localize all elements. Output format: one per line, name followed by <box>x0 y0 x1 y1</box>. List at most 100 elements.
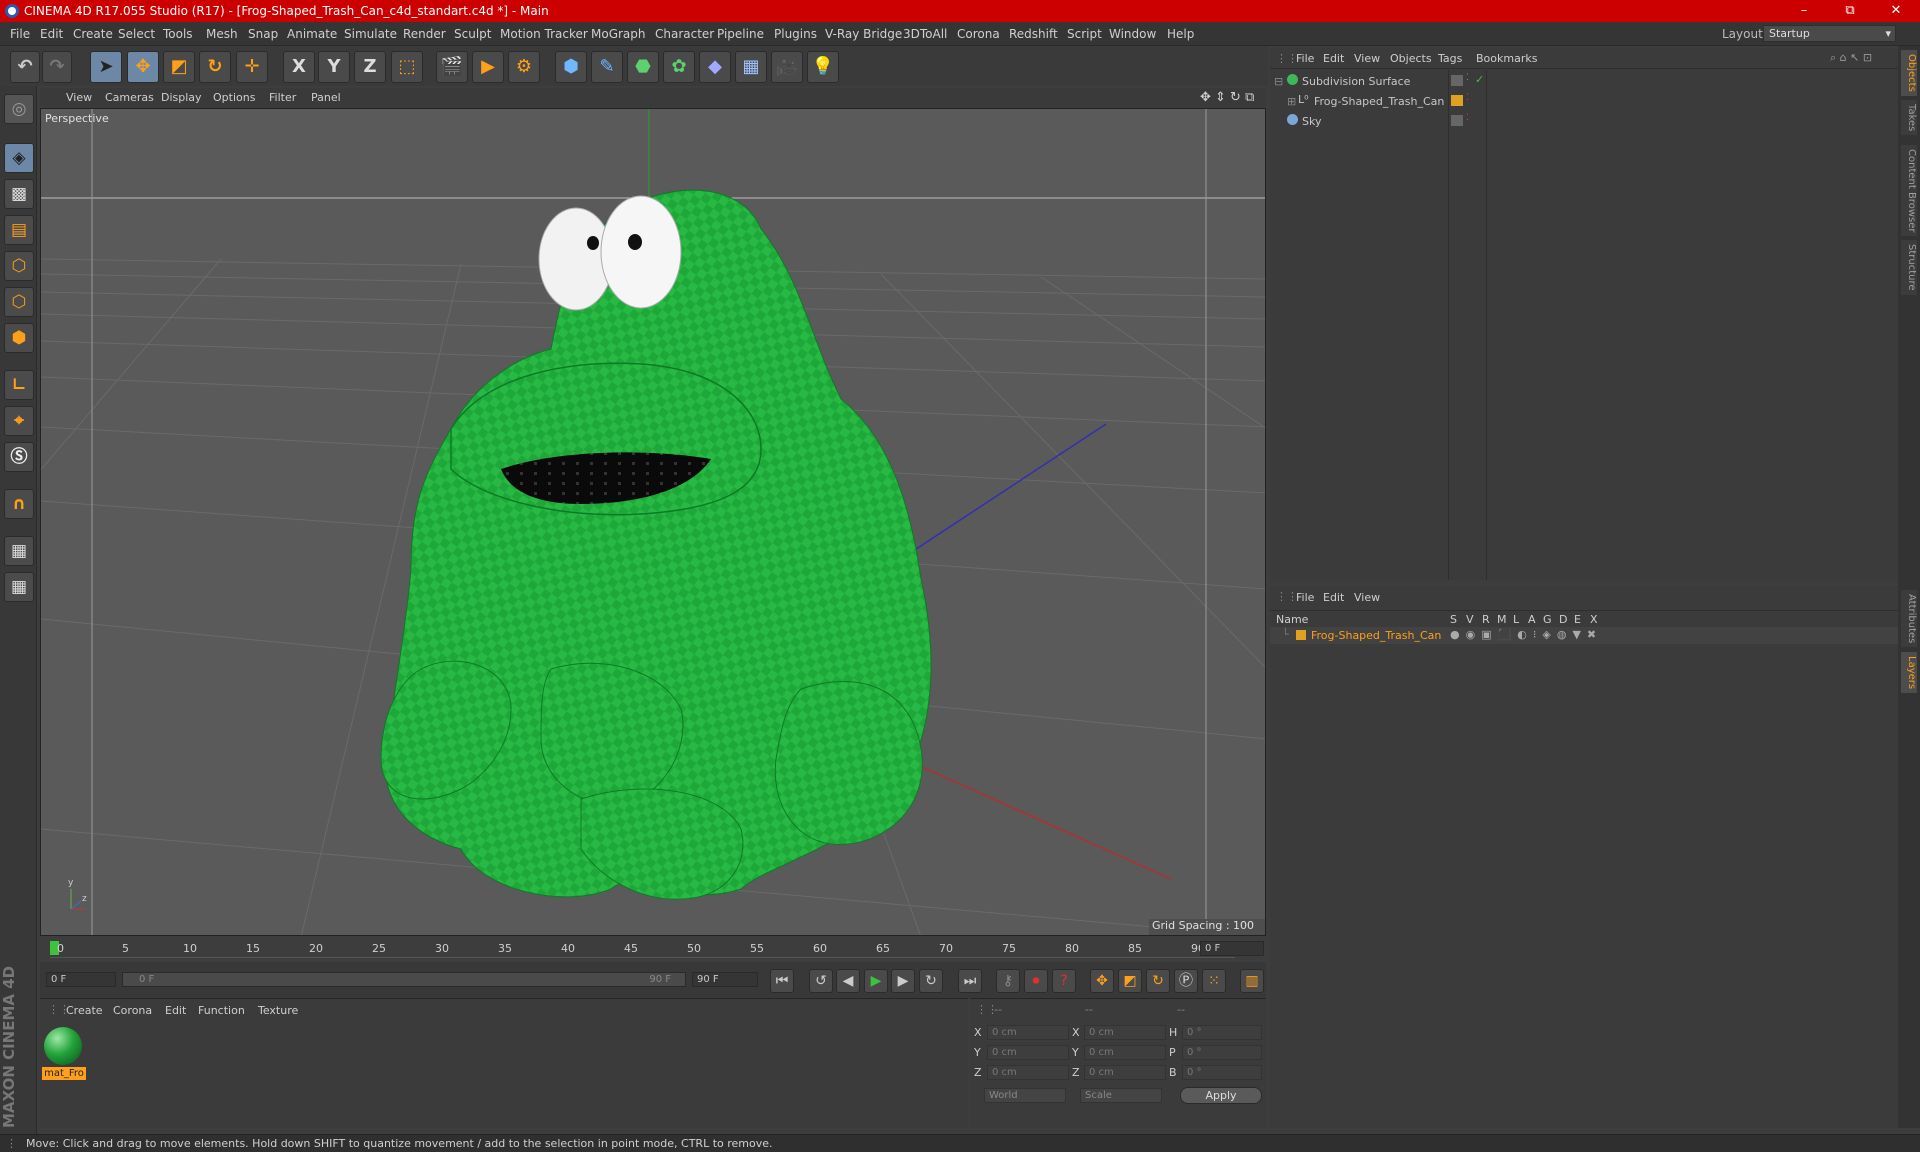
viewport-menu-cameras[interactable]: Cameras <box>105 91 154 104</box>
tab-attributes[interactable]: Attributes <box>1901 590 1917 648</box>
key-rotation-button[interactable]: ↻ <box>1146 969 1170 993</box>
object-row-frog[interactable]: ⊞ L⁰ Frog-Shaped_Trash_Can ⁚ <box>1270 93 1898 110</box>
end-frame-field[interactable]: 90 F <box>692 972 758 987</box>
perspective-viewport[interactable]: y z Perspective Grid Spacing : 100 cm <box>40 108 1266 936</box>
layer-menu-view[interactable]: View <box>1354 591 1380 604</box>
rot-p-field[interactable]: 0 ° <box>1182 1045 1262 1060</box>
menu-animate[interactable]: Animate <box>287 27 337 41</box>
viewport-navigation-icons[interactable]: ✥ ⇕ ↻ ⧉ <box>1200 90 1254 105</box>
axis-mode-button[interactable]: ∟ <box>4 370 34 400</box>
rot-b-field[interactable]: 0 ° <box>1182 1065 1262 1080</box>
light-button[interactable]: 💡 <box>807 51 839 83</box>
viewport-menu-view[interactable]: View <box>66 91 92 104</box>
viewport-menu-options[interactable]: Options <box>213 91 255 104</box>
menu-select[interactable]: Select <box>118 27 155 41</box>
axis-z-lock-button[interactable]: Z <box>354 51 386 83</box>
viewport-menu-display[interactable]: Display <box>161 91 202 104</box>
object-menu-bookmarks[interactable]: Bookmarks <box>1476 52 1537 65</box>
floor-button[interactable]: ▦ <box>735 51 767 83</box>
make-editable-button[interactable]: ◎ <box>4 94 34 124</box>
search-icon[interactable]: ⌕ ⌂ ↖ ⊡ <box>1830 51 1872 65</box>
layer-row[interactable]: └ Frog-Shaped_Trash_Can ●◉▣⬛◐⁝◈◍▼✖ <box>1270 627 1898 644</box>
axis-x-lock-button[interactable]: X <box>283 51 315 83</box>
layer-menu-edit[interactable]: Edit <box>1323 591 1344 604</box>
menu-mograph[interactable]: MoGraph <box>591 27 646 41</box>
texture-mode-button[interactable]: ▩ <box>4 179 34 209</box>
object-menu-file[interactable]: File <box>1296 52 1314 65</box>
go-to-end-button[interactable]: ⏭ <box>958 969 982 993</box>
rotate-tool-button[interactable]: ↻ <box>199 51 231 83</box>
render-picture-viewer-button[interactable]: ▶ <box>472 51 504 83</box>
tab-structure[interactable]: Structure <box>1901 240 1917 295</box>
workplane-grid-button[interactable]: ▦ <box>4 572 34 602</box>
scale-tool-button[interactable]: ◩ <box>163 51 195 83</box>
select-tool-button[interactable]: ➤ <box>90 51 122 83</box>
menu-script[interactable]: Script <box>1067 27 1102 41</box>
prev-frame-button[interactable]: ◀ <box>836 969 860 993</box>
model-mode-button[interactable]: ◈ <box>4 143 34 173</box>
material-menu-create[interactable]: Create <box>66 1004 103 1017</box>
menu-edit[interactable]: Edit <box>40 27 63 41</box>
key-scale-button[interactable]: ◩ <box>1118 969 1142 993</box>
material-menu-function[interactable]: Function <box>198 1004 245 1017</box>
axis-y-lock-button[interactable]: Y <box>318 51 350 83</box>
current-frame-field[interactable]: 0 F <box>1200 941 1264 956</box>
camera-button[interactable]: 🎥 <box>771 51 803 83</box>
menu-plugins[interactable]: Plugins <box>774 27 817 41</box>
edges-mode-button[interactable]: ⬡ <box>4 287 34 317</box>
expand-icon[interactable]: ⊞ <box>1287 95 1296 108</box>
lock-workplane-button[interactable]: ▦ <box>4 536 34 566</box>
coordinate-system-button[interactable]: ⬚ <box>391 51 423 83</box>
menu-motion-tracker[interactable]: Motion Tracker <box>500 27 588 41</box>
visibility-dots[interactable]: ⁚ <box>1466 113 1469 123</box>
magnet-button[interactable]: ∩ <box>4 489 34 519</box>
array-button[interactable]: ✿ <box>663 51 695 83</box>
next-frame-button[interactable]: ▶ <box>891 969 915 993</box>
size-x-field[interactable]: 0 cm <box>1084 1025 1166 1040</box>
menu-tools[interactable]: Tools <box>163 27 193 41</box>
play-button[interactable]: ▶ <box>864 969 888 993</box>
last-tool-button[interactable]: ✛ <box>236 51 268 83</box>
timeline-window-button[interactable]: ▥ <box>1240 969 1264 993</box>
menu-pipeline[interactable]: Pipeline <box>717 27 764 41</box>
menu-window[interactable]: Window <box>1109 27 1156 41</box>
size-mode-dropdown[interactable]: Scale <box>1080 1088 1162 1103</box>
points-mode-button[interactable]: ⬡ <box>4 251 34 281</box>
menu-create[interactable]: Create <box>73 27 113 41</box>
object-menu-view[interactable]: View <box>1354 52 1380 65</box>
visibility-dots[interactable]: ⁚ <box>1466 73 1469 83</box>
key-position-button[interactable]: ✥ <box>1090 969 1114 993</box>
menu-vray-bridge[interactable]: V-Ray Bridge <box>825 27 902 41</box>
menu-file[interactable]: File <box>10 27 30 41</box>
snap-button[interactable]: Ⓢ <box>4 442 34 472</box>
minimize-button[interactable]: – <box>1781 0 1827 22</box>
tab-objects[interactable]: Objects <box>1901 50 1917 96</box>
key-pla-button[interactable]: ⁙ <box>1202 969 1226 993</box>
layout-dropdown[interactable]: Startup ▾ <box>1763 25 1896 42</box>
viewport-menu-panel[interactable]: Panel <box>311 91 341 104</box>
material-swatch[interactable]: mat_Fro <box>42 1025 86 1081</box>
material-menu-corona[interactable]: Corona <box>113 1004 152 1017</box>
viewport-menu-filter[interactable]: Filter <box>269 91 296 104</box>
deformer-button[interactable]: ◆ <box>699 51 731 83</box>
undo-button[interactable]: ↶ <box>10 51 40 83</box>
maximize-button[interactable]: ⧉ <box>1827 0 1873 22</box>
frog-trash-can-model[interactable] <box>380 189 932 900</box>
polygons-mode-button[interactable]: ⬢ <box>4 323 34 353</box>
timeline-ruler[interactable]: 0 5 10 15 20 25 30 35 40 45 50 55 60 65 … <box>40 938 1266 960</box>
next-key-button[interactable]: ↻ <box>919 969 943 993</box>
keyframe-selection-button[interactable]: ? <box>1052 969 1076 993</box>
object-row-subdivision[interactable]: ⊟ Subdivision Surface ⁚ ✓ <box>1270 73 1898 90</box>
menu-snap[interactable]: Snap <box>248 27 278 41</box>
size-y-field[interactable]: 0 cm <box>1084 1045 1166 1060</box>
pen-spline-button[interactable]: ✎ <box>591 51 623 83</box>
menu-character[interactable]: Character <box>655 27 714 41</box>
tab-content-browser[interactable]: Content Browser <box>1901 145 1917 237</box>
cube-primitive-button[interactable]: ⬢ <box>555 51 587 83</box>
check-icon[interactable]: ✓ <box>1475 73 1484 86</box>
object-menu-edit[interactable]: Edit <box>1323 52 1344 65</box>
frame-range-slider[interactable]: 0 F 90 F <box>122 972 686 987</box>
size-z-field[interactable]: 0 cm <box>1084 1065 1166 1080</box>
subdivision-button[interactable]: ⬣ <box>627 51 659 83</box>
pos-x-field[interactable]: 0 cm <box>987 1025 1069 1040</box>
